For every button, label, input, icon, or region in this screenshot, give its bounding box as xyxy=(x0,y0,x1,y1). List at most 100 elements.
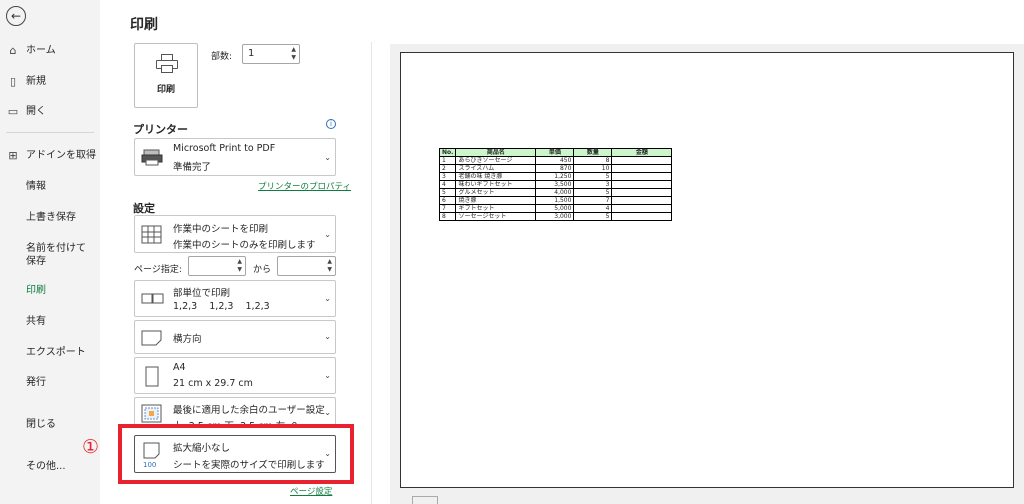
header-price: 単価 xyxy=(535,148,575,157)
nav-open[interactable]: ▭ 開く xyxy=(0,105,100,118)
chevron-down-icon: ⌄ xyxy=(324,408,331,417)
cell-no: 2 xyxy=(438,164,457,173)
nav-save-as[interactable]: 名前を付けて保存 xyxy=(0,242,92,268)
cell-no: 5 xyxy=(438,188,457,197)
table-row: 8 ソーセージセット 3,000 5 xyxy=(438,212,673,221)
nav-addins[interactable]: ⊞ アドインを取得 xyxy=(0,149,100,162)
cell-amount xyxy=(611,180,673,189)
margins-select[interactable]: 最後に適用した余白のユーザー設定 上: 2.5 cm 下: 2.5 cm 左: … xyxy=(134,397,336,427)
cell-qty: 10 xyxy=(573,164,613,173)
spin-up-icon[interactable]: ▲ xyxy=(291,46,296,53)
nav-export[interactable]: エクスポート xyxy=(0,346,100,359)
margins-title: 最後に適用した余白のユーザー設定 xyxy=(173,405,325,416)
cell-product: 焼き豚 xyxy=(455,196,537,205)
nav-home[interactable]: ⌂ ホーム xyxy=(0,44,100,57)
nav-new[interactable]: ▯ 新規 xyxy=(0,75,100,88)
pages-to-label: から xyxy=(253,265,272,275)
nav-close[interactable]: 閉じる xyxy=(0,418,100,431)
spin-up-icon[interactable]: ▲ xyxy=(327,258,332,265)
cell-amount xyxy=(611,204,673,213)
cell-no: 7 xyxy=(438,204,457,213)
nav-print[interactable]: 印刷 xyxy=(0,284,100,297)
copies-label: 部数: xyxy=(211,52,233,62)
printer-name: Microsoft Print to PDF xyxy=(173,143,276,154)
nav-share[interactable]: 共有 xyxy=(0,315,100,328)
nav-save-label: 上書き保存 xyxy=(26,212,76,223)
cell-price: 1,500 xyxy=(535,196,575,205)
nav-more[interactable]: その他... xyxy=(0,460,100,473)
printer-select[interactable]: Microsoft Print to PDF 準備完了 ⌄ xyxy=(134,138,336,176)
chevron-down-icon: ⌄ xyxy=(324,230,331,239)
header-amount: 金額 xyxy=(611,148,673,157)
nav-open-label: 開く xyxy=(26,106,46,117)
printer-status: 準備完了 xyxy=(173,162,212,173)
cell-qty: 7 xyxy=(573,196,613,205)
cell-product: 味わいギフトセット xyxy=(455,180,537,189)
table-row: 5 グルメセット 4,000 5 xyxy=(438,188,673,197)
backstage-nav: ← ⌂ ホーム ▯ 新規 ▭ 開く ⊞ アドインを取得 情報 上書き保存 名前を… xyxy=(0,0,100,504)
cell-amount xyxy=(611,196,673,205)
cell-no: 8 xyxy=(438,212,457,221)
nav-more-label: その他... xyxy=(26,461,66,472)
nav-share-label: 共有 xyxy=(26,316,46,327)
chevron-down-icon: ⌄ xyxy=(324,153,331,162)
copies-input[interactable]: 1 ▲ ▼ xyxy=(242,44,300,64)
cell-product: ソーセージセット xyxy=(455,212,537,221)
highlight-box xyxy=(118,424,354,484)
paper-size-sub: 21 cm x 29.7 cm xyxy=(173,378,253,389)
info-icon[interactable]: i xyxy=(326,119,336,129)
cell-product: あらびきソーセージ xyxy=(455,156,537,165)
cell-product: グルメセット xyxy=(455,188,537,197)
spin-up-icon[interactable]: ▲ xyxy=(237,258,242,265)
cell-price: 5,000 xyxy=(535,204,575,213)
spin-down-icon[interactable]: ▼ xyxy=(327,266,332,273)
cell-amount xyxy=(611,156,673,165)
table-row: 7 ギフトセット 5,000 4 xyxy=(438,204,673,213)
nav-publish[interactable]: 発行 xyxy=(0,376,100,389)
cell-price: 1,250 xyxy=(535,172,575,181)
print-button[interactable]: 印刷 xyxy=(134,43,198,108)
table-row: 4 味わいギフトセット 3,500 3 xyxy=(438,180,673,189)
cell-no: 3 xyxy=(438,172,457,181)
collate-sub: 1,2,3 1,2,3 1,2,3 xyxy=(173,301,270,312)
cell-qty: 8 xyxy=(573,156,613,165)
page-setup-link[interactable]: ページ設定 xyxy=(290,485,332,497)
print-scope-select[interactable]: 作業中のシートを印刷 作業中のシートのみを印刷します ⌄ xyxy=(134,215,336,253)
cell-price: 450 xyxy=(535,156,575,165)
paper-size-select[interactable]: A4 21 cm x 29.7 cm ⌄ xyxy=(134,357,336,394)
collate-select[interactable]: 部単位で印刷 1,2,3 1,2,3 1,2,3 ⌄ xyxy=(134,280,336,317)
sheet-grid-icon xyxy=(141,225,162,244)
back-arrow-icon[interactable]: ← xyxy=(6,6,26,26)
cell-no: 4 xyxy=(438,180,457,189)
preview-page: No. 商品名 単価 数量 金額 1 あらびきソーセージ 450 8 2 スライ… xyxy=(400,52,1014,488)
cell-amount xyxy=(611,172,673,181)
cell-product: ギフトセット xyxy=(455,204,537,213)
cell-qty: 4 xyxy=(573,204,613,213)
header-qty: 数量 xyxy=(573,148,613,157)
chevron-down-icon: ⌄ xyxy=(324,332,331,341)
nav-print-label: 印刷 xyxy=(26,285,46,296)
nav-save[interactable]: 上書き保存 xyxy=(0,211,100,224)
cell-qty: 5 xyxy=(573,172,613,181)
new-document-icon: ▯ xyxy=(9,75,17,88)
cell-qty: 5 xyxy=(573,212,613,221)
spin-down-icon[interactable]: ▼ xyxy=(291,54,296,61)
cell-amount xyxy=(611,212,673,221)
nav-addins-label: アドインを取得 xyxy=(26,150,96,161)
pages-to-input[interactable]: ▲ ▼ xyxy=(277,256,336,276)
folder-open-icon: ▭ xyxy=(7,105,19,118)
cell-amount xyxy=(611,164,673,173)
printer-properties-link[interactable]: プリンターのプロパティ xyxy=(258,180,351,192)
page-number-input[interactable] xyxy=(412,496,438,504)
cell-price: 870 xyxy=(535,164,575,173)
nav-info[interactable]: 情報 xyxy=(0,180,100,193)
pages-label: ページ指定: xyxy=(134,265,182,275)
spin-down-icon[interactable]: ▼ xyxy=(237,266,242,273)
pages-from-input[interactable]: ▲ ▼ xyxy=(188,256,246,276)
table-row: 6 焼き豚 1,500 7 xyxy=(438,196,673,205)
table-row: 3 老舗の味 焼き豚 1,250 5 xyxy=(438,172,673,181)
orientation-select[interactable]: 横方向 ⌄ xyxy=(134,320,336,354)
nav-close-label: 閉じる xyxy=(26,419,56,430)
margins-icon xyxy=(141,404,162,423)
page-title: 印刷 xyxy=(130,17,158,33)
